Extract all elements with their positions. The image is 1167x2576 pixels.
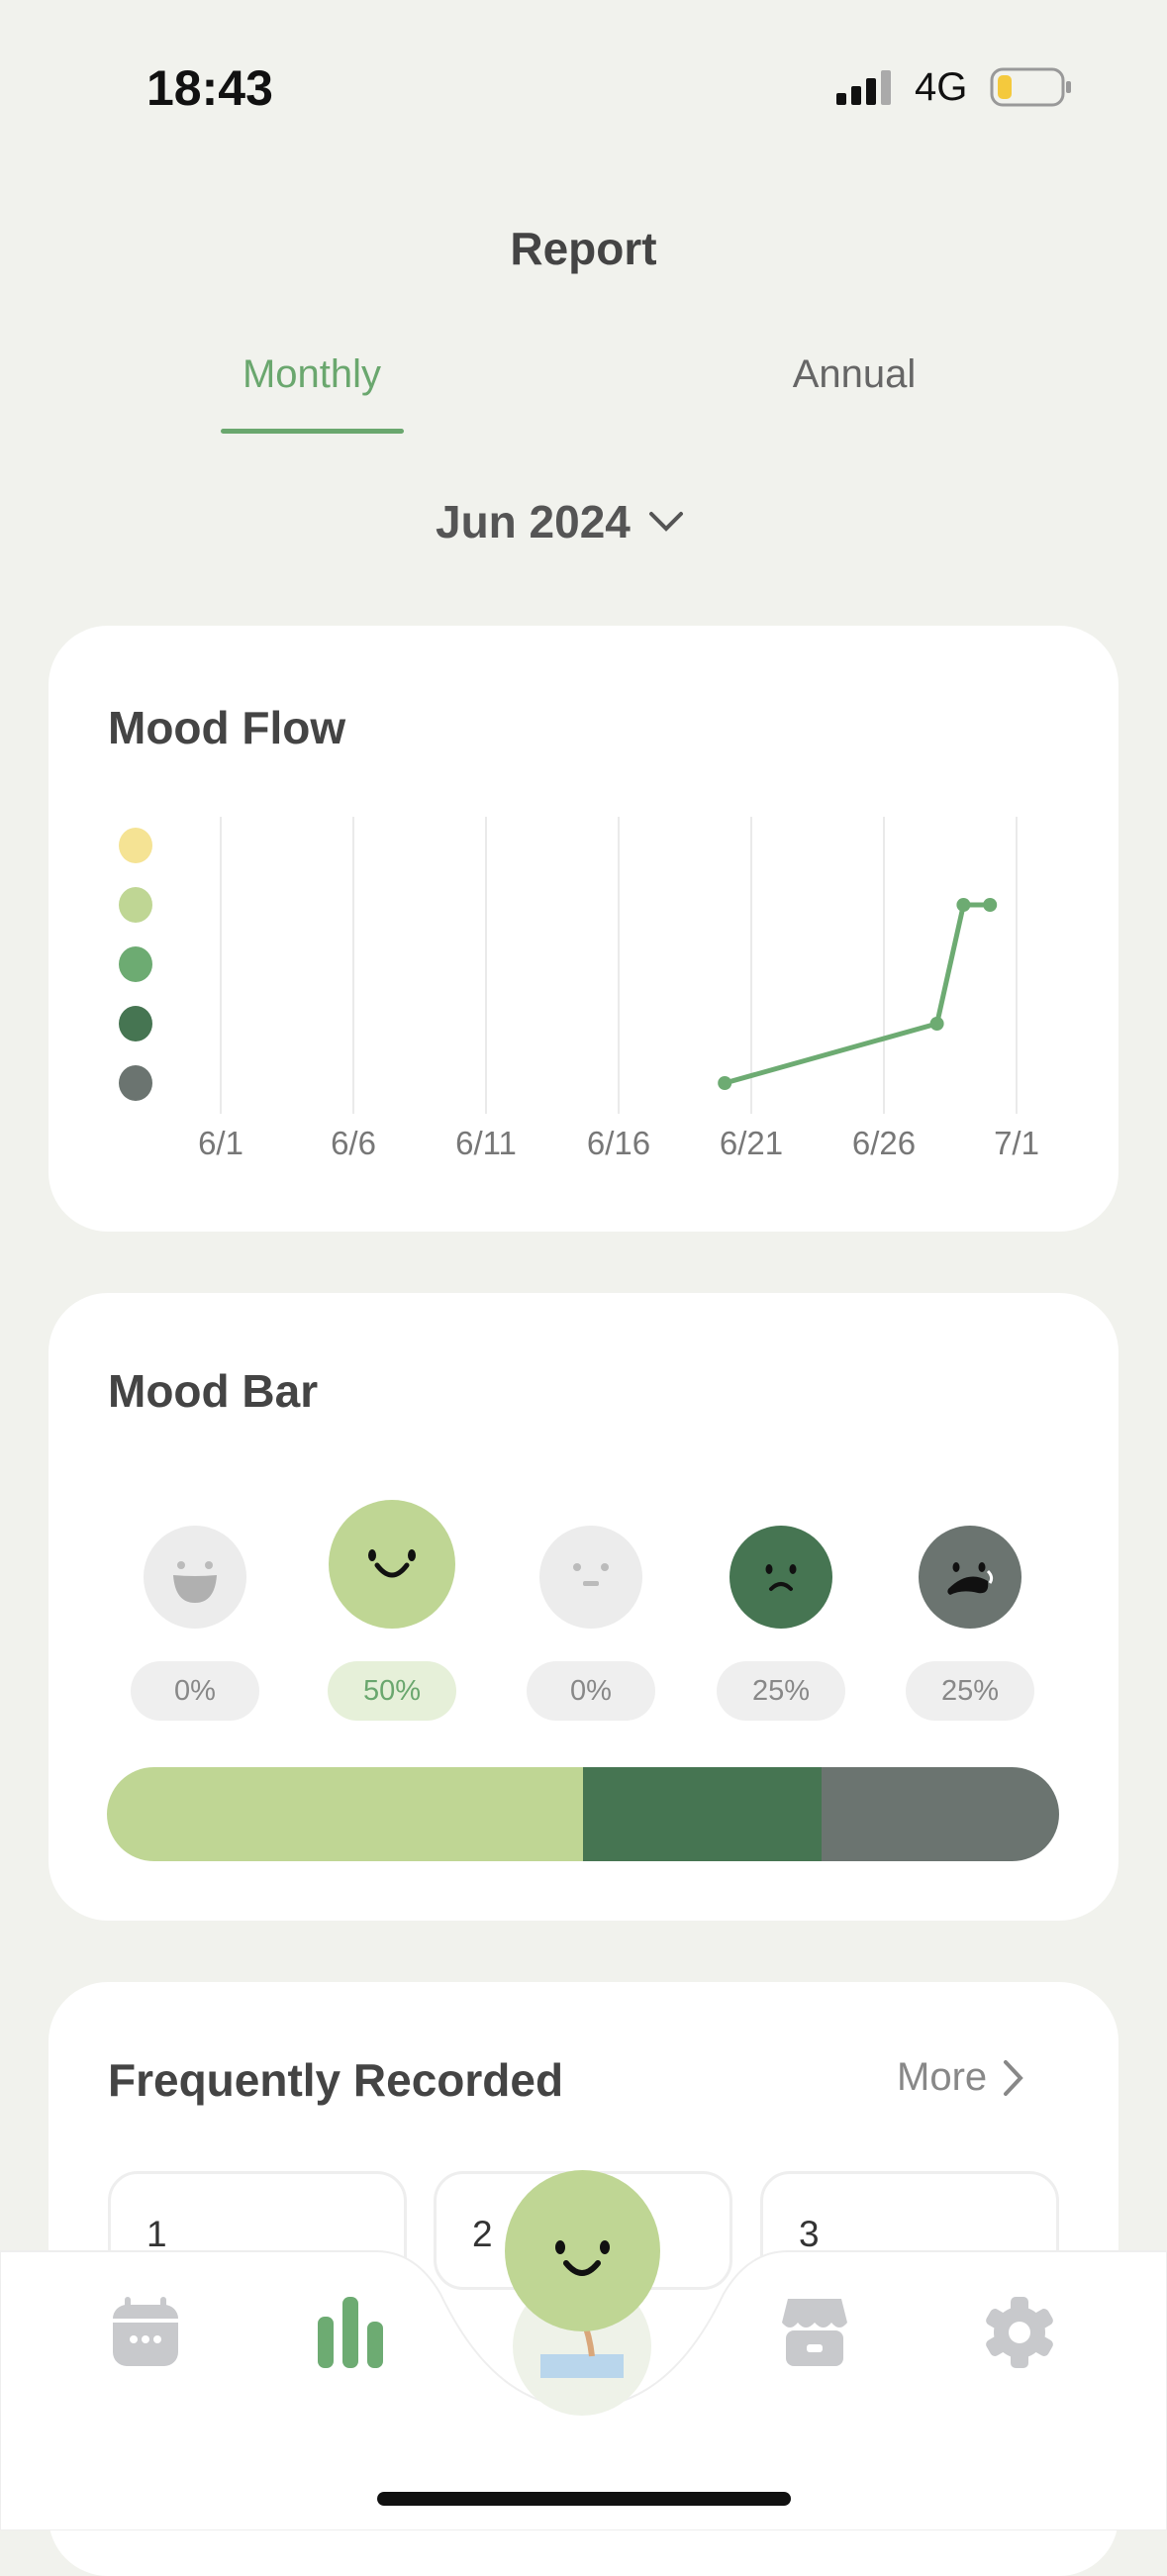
mood-level-dot-5 xyxy=(119,828,152,863)
x-tick-label: 7/1 xyxy=(994,1125,1039,1161)
home-indicator xyxy=(377,2492,791,2506)
mood-line xyxy=(724,902,991,1086)
mood-face-great[interactable] xyxy=(144,1526,246,1629)
mood-point xyxy=(956,898,971,912)
x-tick-label: 6/6 xyxy=(331,1125,376,1161)
month-selector[interactable]: Jun 2024 xyxy=(436,495,684,548)
mood-point xyxy=(929,1017,944,1031)
mood-level-dot-3 xyxy=(119,946,152,982)
tab-monthly[interactable]: Monthly xyxy=(163,352,460,397)
mood-point xyxy=(983,898,998,912)
mood-flow-chart: 6/1 6/6 6/11 6/16 6/21 6/26 7/1 xyxy=(119,817,1039,1161)
mood-face-awful[interactable] xyxy=(919,1526,1021,1629)
mood-face-good[interactable] xyxy=(329,1500,455,1629)
mood-face-bad[interactable] xyxy=(729,1526,832,1629)
mood-point xyxy=(718,1076,732,1090)
mood-percent-bad: 25% xyxy=(717,1661,845,1721)
mood-level-dot-1 xyxy=(119,1065,152,1101)
network-label: 4G xyxy=(915,65,968,109)
page-title: Report xyxy=(510,223,657,274)
bar-segment-good xyxy=(107,1767,583,1861)
center-mood-button[interactable] xyxy=(505,2170,660,2331)
more-label: More xyxy=(897,2055,988,2099)
tab-annual[interactable]: Annual xyxy=(706,352,1003,397)
active-tab-indicator xyxy=(221,429,404,434)
bar-segment-bad xyxy=(583,1767,822,1861)
calendar-icon[interactable] xyxy=(111,2297,180,2368)
month-value: Jun 2024 xyxy=(436,496,631,547)
x-tick-label: 6/16 xyxy=(587,1125,650,1161)
mood-bar-title: Mood Bar xyxy=(108,1365,319,1417)
x-tick-label: 6/21 xyxy=(720,1125,783,1161)
mood-face-okay[interactable] xyxy=(539,1526,642,1629)
frequently-recorded-title: Frequently Recorded xyxy=(108,2054,564,2106)
mood-percent-awful: 25% xyxy=(906,1661,1034,1721)
mood-flow-title: Mood Flow xyxy=(108,702,346,753)
mood-distribution-bar xyxy=(107,1767,1059,1861)
battery-icon xyxy=(990,67,1071,107)
more-link[interactable]: More xyxy=(897,2055,1024,2100)
settings-gear-icon[interactable] xyxy=(984,2297,1055,2368)
status-time: 18:43 xyxy=(146,60,273,116)
mood-percent-great: 0% xyxy=(131,1661,259,1721)
mood-percent-good: 50% xyxy=(328,1661,456,1721)
mood-level-dot-2 xyxy=(119,1006,152,1041)
signal-icon xyxy=(836,70,891,105)
store-icon[interactable] xyxy=(780,2297,849,2368)
smile-face-icon xyxy=(555,2240,610,2276)
x-tick-label: 6/26 xyxy=(852,1125,916,1161)
chevron-down-icon xyxy=(648,512,683,532)
x-tick-label: 6/1 xyxy=(198,1125,243,1161)
mood-level-dot-4 xyxy=(119,887,152,923)
mood-percent-okay: 0% xyxy=(527,1661,655,1721)
chevron-right-icon xyxy=(1004,2059,1023,2096)
bar-segment-awful xyxy=(821,1767,1059,1861)
x-tick-label: 6/11 xyxy=(455,1125,517,1161)
report-chart-icon[interactable] xyxy=(316,2297,385,2368)
